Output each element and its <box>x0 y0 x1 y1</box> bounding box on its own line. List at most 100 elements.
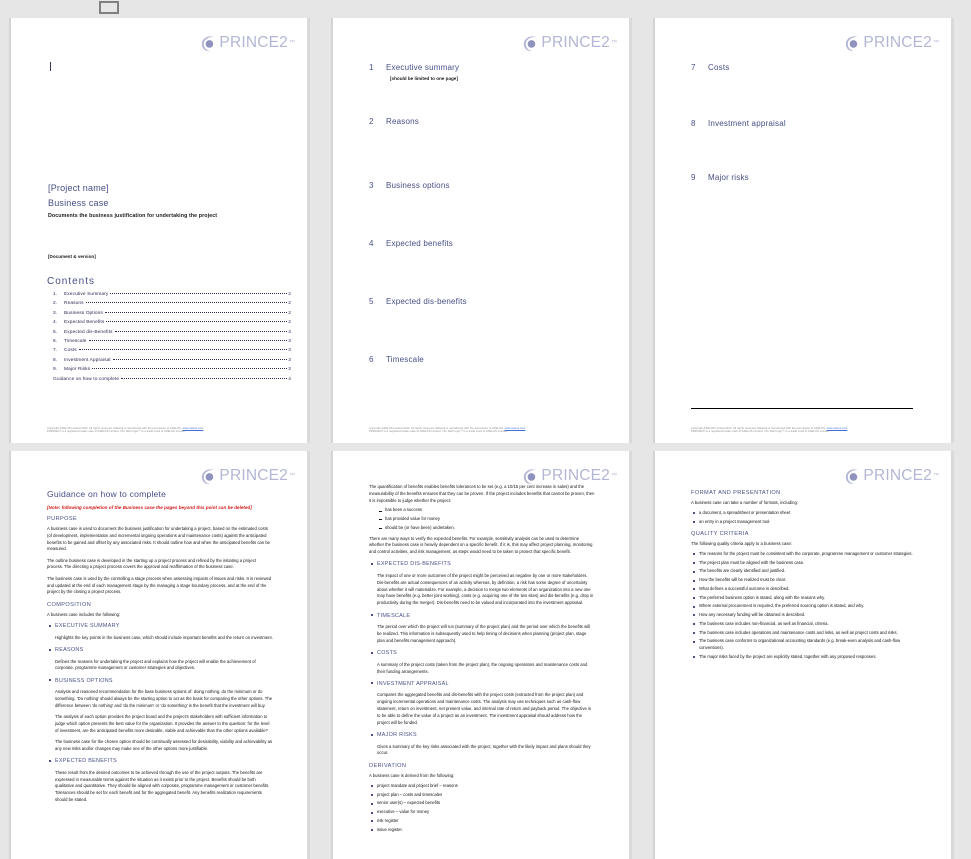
subsection-paragraph: The business case for the chosen option … <box>55 739 273 751</box>
toc-entry[interactable]: 9. Major Risks 3 <box>53 367 291 372</box>
toc-entry[interactable]: 4. Expected Benefits 2 <box>53 320 291 325</box>
subsection-heading: EXPECTED BENEFITS <box>55 758 118 765</box>
subsection-paragraph: Defines the reasons for undertaking the … <box>55 658 256 671</box>
list-item: project mandate and project brief – reas… <box>369 783 595 790</box>
composition-list: EXPECTED BENEFITS <box>47 757 273 766</box>
document-page-1[interactable]: PRINCE2 ™ [Project name] Business case D… <box>9 18 310 443</box>
subsection-paragraph: The impact of one or more outcomes of th… <box>377 573 594 606</box>
quality-intro: The following quality criteria apply to … <box>691 541 792 547</box>
section-title: Reasons <box>386 117 419 126</box>
document-page-5[interactable]: PRINCE2 ™ The quantification of benefits… <box>331 451 632 859</box>
list-item: EXPECTED BENEFITS <box>47 757 273 766</box>
logo-wordmark: PRINCE2 <box>219 34 288 52</box>
section-heading-4[interactable]: 4 Expected benefits <box>369 239 453 248</box>
toc-page-number: 2 <box>288 320 291 326</box>
section-heading-6[interactable]: 6 Timescale <box>369 355 424 364</box>
prince2-logo: PRINCE2 ™ <box>199 465 295 487</box>
logo-trademark: ™ <box>289 473 295 479</box>
toc-number: 4. <box>53 320 58 326</box>
document-page-2[interactable]: PRINCE2 ™ 1 Executive summary [should be… <box>331 18 632 443</box>
list-item: The business case includes non-financial… <box>691 621 917 628</box>
subsection-heading: MAJOR RISKS <box>377 731 417 738</box>
toc-page-number: 2 <box>288 292 291 297</box>
toc-page-number: 3 <box>288 357 291 363</box>
section-title: Executive summary <box>386 63 460 72</box>
toc-number: 3. <box>53 310 58 316</box>
section-heading-1[interactable]: 1 Executive summary <box>369 63 459 72</box>
page-top-marker <box>25 0 971 20</box>
logo-trademark: ™ <box>611 40 617 46</box>
section-heading-2[interactable]: 2 Reasons <box>369 117 419 126</box>
toc-entry[interactable]: 7. Costs 3 <box>53 348 291 353</box>
toc-number: 9. <box>53 367 58 373</box>
composition-list: REASONS <box>47 646 273 655</box>
swirl-logo-icon <box>524 35 537 51</box>
document-page-3[interactable]: PRINCE2 ™ 7 Costs 8 Investment appraisal… <box>653 18 954 443</box>
toc-entry[interactable]: 2. Reasons 2 <box>53 301 291 306</box>
toc-number: 8. <box>53 357 58 363</box>
section-number: 2 <box>369 117 374 126</box>
subsection-paragraph: The analysis of each option provides the… <box>55 714 270 733</box>
subsection-heading: REASONS <box>55 646 84 653</box>
toc-entry[interactable]: 6. Timescale 3 <box>53 339 291 344</box>
purpose-paragraph: The business case is used by the control… <box>47 575 272 595</box>
section-number: 6 <box>369 355 374 364</box>
page-footer: Copyright AXELOS Limited 2012. All right… <box>369 427 599 435</box>
toc-entry[interactable]: 3. Business Options 2 <box>53 311 291 316</box>
toc-entry[interactable]: 5. Expected dis-Benefits 3 <box>53 330 291 335</box>
text-cursor <box>50 62 51 71</box>
list-item: The major risks faced by the project are… <box>691 654 917 661</box>
document-page-4[interactable]: PRINCE2 ™ Guidance on how to complete [N… <box>9 451 310 859</box>
section-heading-5[interactable]: 5 Expected dis-benefits <box>369 297 467 306</box>
toc-leader <box>78 349 288 351</box>
guidance-content: Guidance on how to complete [Note: follo… <box>47 489 273 808</box>
list-item: How any necessary funding will be obtain… <box>691 612 917 619</box>
list-item: a document, a spreadsheet or presentatio… <box>691 510 917 517</box>
section-list: EXPECTED DIS-BENEFITS <box>369 560 595 569</box>
contents-heading: Contents <box>47 276 96 287</box>
section-note: [should be limited to one page] <box>390 76 458 81</box>
section-heading-7[interactable]: 7 Costs <box>691 63 729 72</box>
section-list: TIMESCALE <box>369 612 595 621</box>
document-page-6[interactable]: PRINCE2 ™ FORMAT AND PRESENTATION A busi… <box>653 451 954 859</box>
toc-label: Expected Benefits <box>64 320 105 326</box>
subsection-heading: EXPECTED DIS-BENEFITS <box>377 561 451 568</box>
toc-number: 1. <box>53 292 58 297</box>
toc-leader <box>104 311 288 313</box>
toc-entry[interactable]: 1. Executive Summary 2 <box>53 292 291 297</box>
page-row-top: PRINCE2 ™ [Project name] Business case D… <box>0 18 971 443</box>
section-heading-8[interactable]: 8 Investment appraisal <box>691 119 786 128</box>
list-item: The business case includes operations an… <box>691 630 917 637</box>
prince2-logo: PRINCE2 ™ <box>199 32 295 54</box>
list-item: executive – value for money <box>369 809 595 816</box>
section-number: 7 <box>691 63 696 72</box>
section-heading-3[interactable]: 3 Business options <box>369 181 450 190</box>
logo-wordmark: PRINCE2 <box>541 467 610 485</box>
toc-entry[interactable]: 8. Investment Appraisal 3 <box>53 358 291 363</box>
quality-criteria-list: The reasons for the project must be cons… <box>691 551 917 660</box>
prince2-logo: PRINCE2 ™ <box>521 32 617 54</box>
benefits-quantification-paragraph: The quantification of benefits enables b… <box>369 484 595 503</box>
logo-wordmark: PRINCE2 <box>541 34 610 52</box>
toc-label: Timescale <box>64 338 87 344</box>
document-title: Business case <box>48 198 109 208</box>
list-item: The reasons for the project must be cons… <box>691 551 917 558</box>
toc-leader <box>121 377 288 379</box>
page-footer: Copyright AXELOS Limited 2012. All right… <box>47 427 277 435</box>
composition-heading: COMPOSITION <box>47 602 92 609</box>
guidance-content: FORMAT AND PRESENTATION A business case … <box>691 484 917 664</box>
toc-entry[interactable]: Guidance on how to complete 4 <box>53 377 291 382</box>
list-item: has been a success <box>377 507 595 514</box>
list-item: risk register <box>369 818 595 825</box>
section-heading-9[interactable]: 9 Major risks <box>691 173 749 182</box>
swirl-logo-icon <box>524 468 537 484</box>
list-item: EXPECTED DIS-BENEFITS <box>369 560 595 569</box>
subsection-heading: TIMESCALE <box>377 612 411 619</box>
list-item: issue register. <box>369 827 595 834</box>
section-number: 5 <box>369 297 374 306</box>
cover-title-block: [Project name] Business case Documents t… <box>48 183 288 219</box>
swirl-logo-icon <box>846 468 859 484</box>
subsection-heading: COSTS <box>377 650 398 657</box>
list-item: TIMESCALE <box>369 612 595 621</box>
logo-trademark: ™ <box>933 40 939 46</box>
